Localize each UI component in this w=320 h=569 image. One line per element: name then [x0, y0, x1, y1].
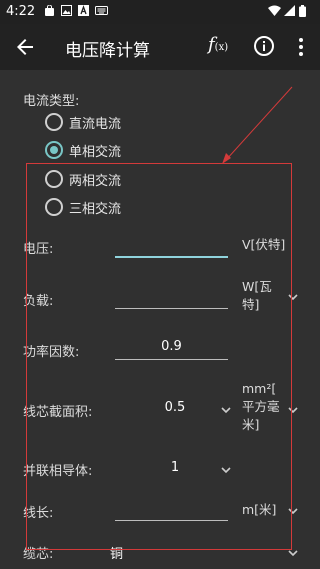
- cross-section-value: 0.5: [164, 400, 186, 415]
- chevron-down-icon[interactable]: [288, 293, 298, 301]
- battery-icon: [299, 5, 306, 17]
- voltage-unit: V[伏特]: [242, 237, 286, 252]
- core-dropdown[interactable]: 铜: [110, 536, 298, 564]
- core-value: 铜: [110, 547, 124, 562]
- power-factor-underline: [115, 359, 228, 360]
- page-title: 电压降计算: [65, 41, 150, 61]
- image-icon: [61, 5, 72, 16]
- current-type-label: 电流类型:: [23, 94, 80, 109]
- status-bar: 4:22: [0, 0, 320, 24]
- length-unit-selector[interactable]: m[米]: [242, 501, 276, 519]
- formula-label: f: [208, 34, 215, 55]
- formula-sub: (x): [214, 42, 229, 53]
- radio-button-checked[interactable]: [45, 141, 63, 159]
- length-label: 线长:: [23, 506, 54, 521]
- form-content: 电流类型: 直流电流 单相交流 两相交流 三相交流 电压: V[伏特] 负载: …: [0, 70, 320, 569]
- status-time: 4:22: [6, 4, 36, 19]
- wifi-icon: [268, 5, 281, 16]
- load-unit-selector[interactable]: W[瓦 特]: [242, 278, 272, 314]
- chevron-down-icon: [288, 550, 298, 557]
- cross-section-unit-line1: mm²[: [242, 381, 277, 396]
- core-label: 缆芯:: [23, 547, 54, 562]
- parallel-conductors-dropdown[interactable]: 1: [115, 452, 233, 482]
- voltage-label: 电压:: [23, 242, 54, 257]
- length-underline: [115, 520, 228, 521]
- parallel-conductors-value: 1: [170, 460, 180, 475]
- signal-icon: [284, 5, 295, 16]
- app-bar: 电压降计算 f(x): [0, 24, 320, 70]
- formula-button[interactable]: f(x): [208, 34, 228, 55]
- radio-label: 三相交流: [69, 202, 122, 217]
- load-label: 负载:: [23, 294, 54, 309]
- chevron-down-icon[interactable]: [288, 406, 298, 414]
- radio-label: 两相交流: [69, 174, 122, 189]
- power-factor-label: 功率因数:: [23, 345, 80, 360]
- load-underline: [115, 308, 228, 309]
- load-input[interactable]: [115, 282, 228, 310]
- load-unit-line2: 特]: [242, 297, 260, 312]
- more-vert-icon[interactable]: [295, 37, 307, 57]
- radio-button[interactable]: [45, 113, 63, 131]
- radio-button[interactable]: [45, 170, 63, 188]
- radio-label: 直流电流: [69, 117, 122, 132]
- power-factor-value: 0.9: [161, 339, 182, 354]
- bag-icon: [45, 5, 54, 16]
- a-icon: [78, 5, 89, 16]
- voltage-input[interactable]: [115, 230, 228, 258]
- chevron-down-icon: [221, 467, 231, 474]
- power-factor-input[interactable]: 0.9: [115, 333, 228, 361]
- keyboard-icon: [95, 6, 108, 15]
- cross-section-unit-line2: 平方毫: [242, 399, 280, 414]
- chevron-down-icon[interactable]: [288, 507, 298, 515]
- voltage-underline: [115, 256, 228, 258]
- length-input[interactable]: [115, 494, 228, 522]
- cross-section-label: 线芯截面积:: [23, 405, 93, 420]
- back-arrow-icon[interactable]: [13, 35, 37, 59]
- cross-section-unit-line3: 米]: [242, 417, 260, 432]
- cross-section-dropdown[interactable]: 0.5: [115, 392, 233, 422]
- parallel-conductors-label: 并联相导体:: [23, 464, 93, 479]
- cross-section-unit-selector[interactable]: mm²[ 平方毫 米]: [242, 380, 280, 434]
- radio-label: 单相交流: [69, 145, 122, 160]
- load-unit-line1: W[瓦: [242, 279, 272, 294]
- chevron-down-icon: [221, 407, 231, 414]
- radio-button[interactable]: [45, 198, 63, 216]
- info-icon[interactable]: [253, 35, 275, 57]
